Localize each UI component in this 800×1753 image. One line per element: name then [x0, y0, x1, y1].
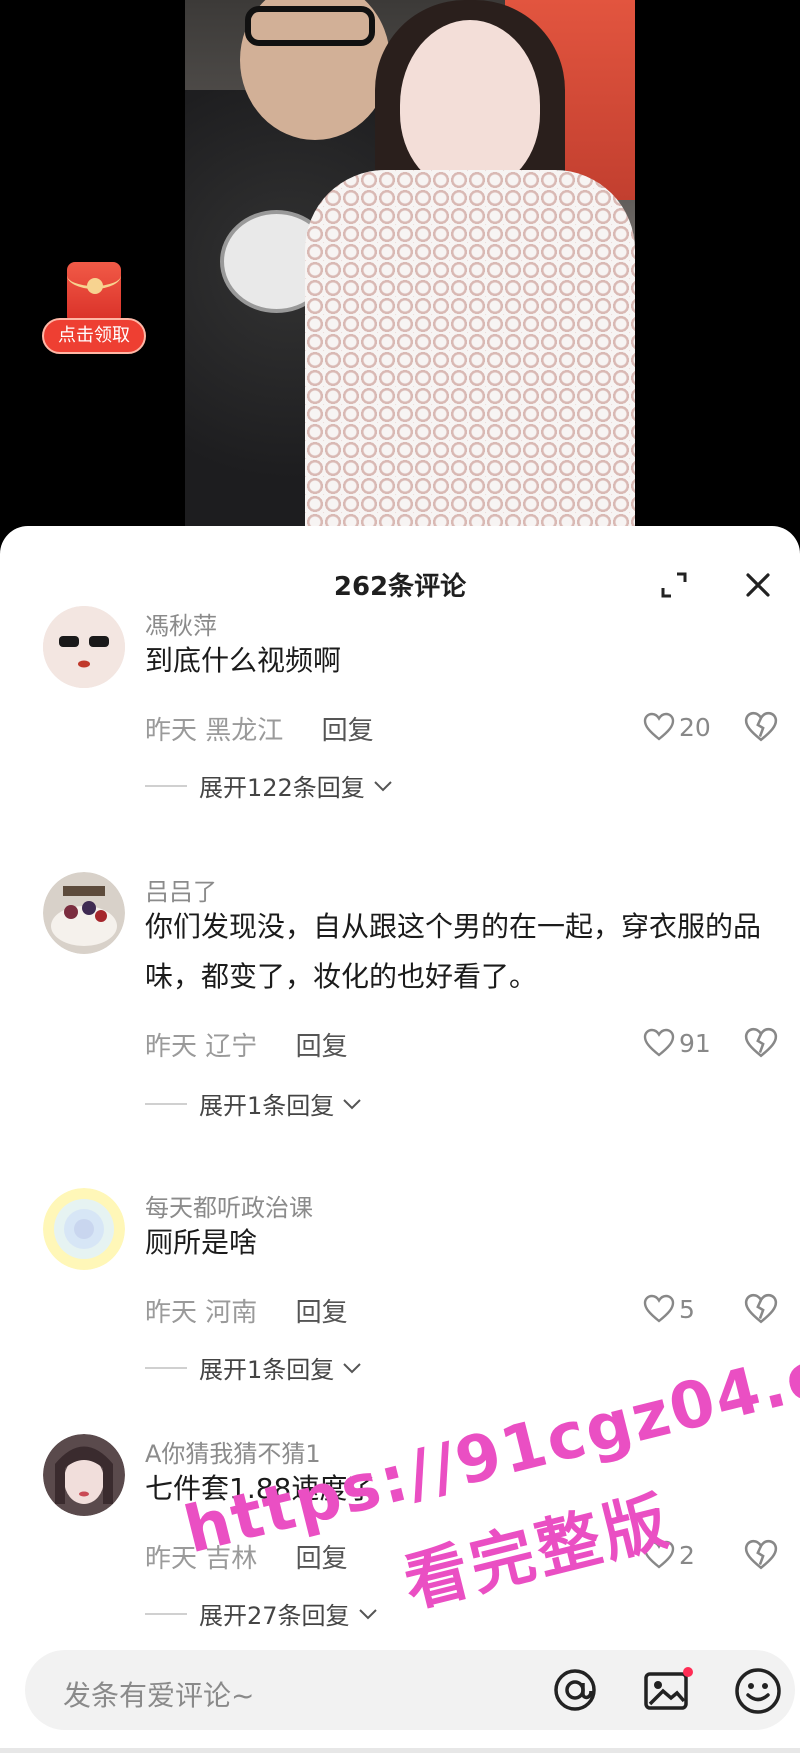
broken-heart-icon[interactable] — [744, 710, 778, 744]
divider — [145, 784, 187, 787]
like-count: 20 — [679, 712, 711, 742]
comment-date: 昨天 — [145, 1298, 198, 1328]
reply-button[interactable]: 回复 — [296, 1032, 348, 1062]
comment-meta: 昨天 辽宁 回复 — [145, 1026, 348, 1063]
like-count: 5 — [679, 1294, 695, 1324]
like-button[interactable]: 91 — [643, 1026, 711, 1060]
comment-composer: 发条有爱评论~ — [0, 1630, 800, 1753]
heart-icon — [643, 1294, 675, 1323]
expand-replies[interactable]: 展开122条回复 — [145, 768, 395, 803]
chevron-down-icon — [374, 780, 392, 791]
red-packet-label: 点击领取 — [42, 318, 146, 354]
comment-text: 七件套1.88速度了 — [145, 1472, 376, 1505]
expand-replies[interactable]: 展开1条回复 — [145, 1350, 364, 1385]
comment-text: 你们发现没，自从跟这个男的在一起，穿衣服的品味，都变了，妆化的也好看了。 — [145, 910, 762, 993]
video-player[interactable]: 点击领取 — [0, 0, 800, 540]
comment-text: 到底什么视频啊 — [145, 644, 342, 677]
divider — [145, 1612, 187, 1615]
video-frame[interactable] — [185, 0, 635, 540]
avatar[interactable] — [43, 872, 125, 954]
reply-button[interactable]: 回复 — [322, 716, 374, 746]
expand-replies-label: 展开1条回复 — [199, 1092, 335, 1120]
comment-text: 厕所是啥 — [145, 1226, 258, 1259]
emoji-icon[interactable] — [733, 1666, 783, 1716]
comments-sheet: 262条评论 馮秋萍 到底什么视频啊 昨天 黑龙江 回复 20 展开122条回复… — [0, 526, 800, 1753]
comment-date: 昨天 — [145, 1032, 198, 1062]
like-count: 91 — [679, 1028, 711, 1058]
expand-replies[interactable]: 展开1条回复 — [145, 1086, 364, 1121]
glasses — [245, 6, 375, 46]
chevron-down-icon — [343, 1098, 361, 1109]
comment-location: 黑龙江 — [205, 716, 284, 746]
notification-dot — [683, 1667, 693, 1677]
comment-location: 辽宁 — [205, 1032, 258, 1062]
avatar[interactable] — [43, 1188, 125, 1270]
woman-sweater — [305, 170, 635, 540]
heart-icon — [643, 1028, 675, 1057]
divider — [0, 1748, 800, 1753]
expand-icon[interactable] — [659, 570, 689, 600]
coin-icon — [87, 278, 103, 294]
broken-heart-icon[interactable] — [744, 1026, 778, 1060]
expand-replies[interactable]: 展开27条回复 — [145, 1596, 380, 1631]
reply-button[interactable]: 回复 — [296, 1544, 348, 1574]
expand-replies-label: 展开122条回复 — [199, 774, 365, 802]
comment-location: 吉林 — [205, 1544, 258, 1574]
like-count: 2 — [679, 1540, 695, 1570]
like-button[interactable]: 2 — [643, 1538, 695, 1572]
comment-date: 昨天 — [145, 1544, 198, 1574]
divider — [145, 1102, 187, 1105]
expand-replies-label: 展开1条回复 — [199, 1356, 335, 1384]
woman-face — [400, 20, 540, 190]
reply-button[interactable]: 回复 — [296, 1298, 348, 1328]
comment-meta: 昨天 吉林 回复 — [145, 1538, 348, 1575]
image-icon[interactable] — [643, 1666, 695, 1714]
heart-icon — [643, 1540, 675, 1569]
red-packet-button[interactable]: 点击领取 — [42, 262, 146, 358]
expand-replies-label: 展开27条回复 — [199, 1602, 350, 1630]
heart-icon — [643, 712, 675, 741]
comment-meta: 昨天 黑龙江 回复 — [145, 710, 374, 747]
comment-location: 河南 — [205, 1298, 258, 1328]
broken-heart-icon[interactable] — [744, 1538, 778, 1572]
avatar[interactable] — [43, 1434, 125, 1516]
chevron-down-icon — [358, 1608, 377, 1619]
like-button[interactable]: 20 — [643, 710, 711, 744]
like-button[interactable]: 5 — [643, 1292, 695, 1326]
comment-input[interactable]: 发条有爱评论~ — [25, 1650, 795, 1730]
at-icon[interactable] — [551, 1666, 599, 1714]
comment-date: 昨天 — [145, 716, 198, 746]
comment-meta: 昨天 河南 回复 — [145, 1292, 348, 1329]
divider — [145, 1366, 187, 1369]
broken-heart-icon[interactable] — [744, 1292, 778, 1326]
avatar[interactable] — [43, 606, 125, 688]
close-icon[interactable] — [743, 570, 773, 600]
chevron-down-icon — [343, 1362, 361, 1373]
comment-input-placeholder: 发条有爱评论~ — [63, 1679, 255, 1712]
